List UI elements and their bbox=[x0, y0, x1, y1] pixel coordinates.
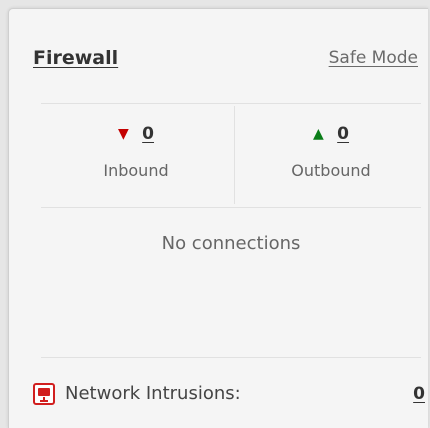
inbound-label: Inbound bbox=[103, 161, 169, 180]
safe-mode-link[interactable]: Safe Mode bbox=[329, 48, 418, 68]
firewall-title-link[interactable]: Firewall bbox=[33, 47, 118, 69]
inbound-down-arrow-icon: ▼ bbox=[117, 126, 129, 142]
outbound-count-link[interactable]: 0 bbox=[337, 124, 349, 144]
no-connections-message: No connections bbox=[161, 233, 301, 254]
firewall-header: Firewall Safe Mode bbox=[33, 47, 418, 77]
network-intrusions-row: Network Intrusions: 0 bbox=[33, 383, 425, 413]
stats-divider bbox=[234, 106, 235, 204]
monitor-icon bbox=[33, 383, 55, 405]
divider-middle bbox=[41, 207, 421, 208]
divider-top bbox=[41, 103, 421, 104]
outbound-up-arrow-icon: ▲ bbox=[312, 126, 324, 142]
outbound-label: Outbound bbox=[291, 161, 371, 180]
inbound-stat: ▼ 0 Inbound bbox=[41, 119, 231, 180]
outbound-stat: ▲ 0 Outbound bbox=[236, 119, 426, 180]
network-intrusions-label: Network Intrusions: bbox=[65, 383, 241, 404]
network-intrusions-count-link[interactable]: 0 bbox=[413, 384, 425, 404]
firewall-panel: Firewall Safe Mode ▼ 0 Inbound ▲ 0 Outbo… bbox=[8, 8, 428, 428]
inbound-count-link[interactable]: 0 bbox=[142, 124, 154, 144]
divider-bottom bbox=[41, 357, 421, 358]
